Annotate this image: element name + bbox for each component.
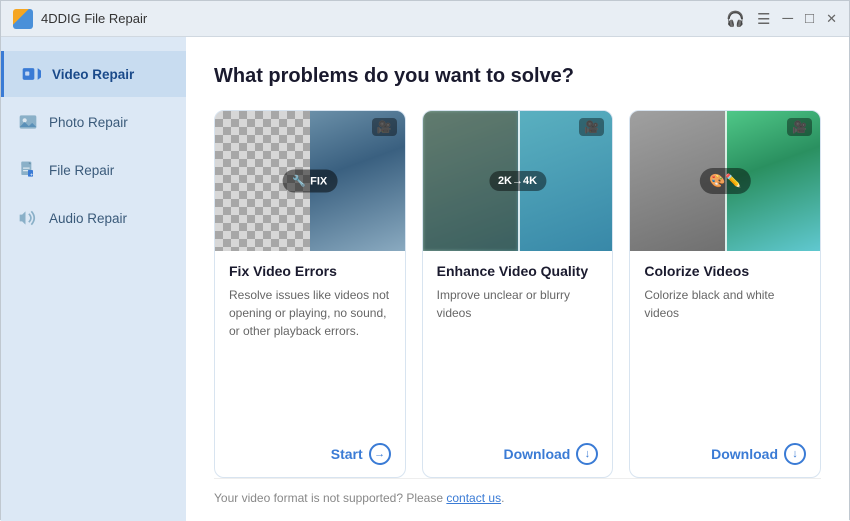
card-colorize-title: Colorize Videos <box>644 263 806 279</box>
download-button-enhance[interactable]: Download ↓ <box>503 443 598 465</box>
card-fix-body: Fix Video Errors Resolve issues like vid… <box>215 251 405 477</box>
fix-label: 🔧 FIX <box>282 170 337 193</box>
download-label-colorize: Download <box>711 446 778 462</box>
start-button[interactable]: Start → <box>331 443 391 465</box>
camera-badge-3: 🎥 <box>787 118 812 136</box>
file-repair-icon: + <box>17 159 39 181</box>
card-colorize-body: Colorize Videos Colorize black and white… <box>630 251 820 477</box>
fix-text: FIX <box>310 175 327 187</box>
download-arrow-icon-enhance: ↓ <box>576 443 598 465</box>
card-colorize-image: 🎨✏️ 🎥 <box>630 111 820 251</box>
page-title: What problems do you want to solve? <box>214 65 821 88</box>
sidebar-label-audio: Audio Repair <box>49 211 127 226</box>
minimize-icon[interactable]: ─ <box>782 10 793 27</box>
download-arrow-icon-colorize: ↓ <box>784 443 806 465</box>
video-repair-icon <box>20 63 42 85</box>
card-enhance-desc: Improve unclear or blurry videos <box>437 286 599 433</box>
start-arrow-icon: → <box>369 443 391 465</box>
camera-badge-2: 🎥 <box>579 118 604 136</box>
card-fix-image: 🔧 FIX 🎥 <box>215 111 405 251</box>
svg-text:+: + <box>30 173 33 179</box>
audio-repair-icon <box>17 207 39 229</box>
camera-badge-1: 🎥 <box>372 118 397 136</box>
close-icon[interactable]: ✕ <box>826 11 837 27</box>
app-title: 4DDIG File Repair <box>41 11 726 26</box>
footer-suffix: . <box>501 491 504 505</box>
card-enhance-action: Download ↓ <box>437 443 599 465</box>
card-enhance-image: 2K→4K 🎥 <box>423 111 613 251</box>
footer: Your video format is not supported? Plea… <box>214 478 821 505</box>
download-button-colorize[interactable]: Download ↓ <box>711 443 806 465</box>
titlebar: 4DDIG File Repair 🎧 ☰ ─ □ ✕ <box>1 1 849 37</box>
menu-icon[interactable]: ☰ <box>757 10 770 28</box>
maximize-icon[interactable]: □ <box>805 10 814 27</box>
wrench-icon: 🔧 <box>292 175 306 188</box>
sidebar-item-file-repair[interactable]: + File Repair <box>1 147 186 193</box>
start-label: Start <box>331 446 363 462</box>
main-layout: Video Repair Photo Repair <box>1 37 849 521</box>
card-enhance-title: Enhance Video Quality <box>437 263 599 279</box>
card-fix-desc: Resolve issues like videos not opening o… <box>229 286 391 433</box>
enhance-label: 2K→4K <box>489 171 546 191</box>
sidebar-label-photo: Photo Repair <box>49 115 128 130</box>
content-area: What problems do you want to solve? 🔧 FI… <box>186 37 849 521</box>
card-enhance-body: Enhance Video Quality Improve unclear or… <box>423 251 613 477</box>
download-label-enhance: Download <box>503 446 570 462</box>
sidebar-item-photo-repair[interactable]: Photo Repair <box>1 99 186 145</box>
cards-container: 🔧 FIX 🎥 Fix Video Errors Resolve issues … <box>214 110 821 478</box>
sidebar-item-video-repair[interactable]: Video Repair <box>1 51 186 97</box>
card-enhance-quality: 2K→4K 🎥 Enhance Video Quality Improve un… <box>422 110 614 478</box>
sidebar-item-audio-repair[interactable]: Audio Repair <box>1 195 186 241</box>
sidebar-label-video: Video Repair <box>52 67 134 82</box>
photo-repair-icon <box>17 111 39 133</box>
sidebar: Video Repair Photo Repair <box>1 37 186 521</box>
card-colorize-desc: Colorize black and white videos <box>644 286 806 433</box>
card-colorize: 🎨✏️ 🎥 Colorize Videos Colorize black and… <box>629 110 821 478</box>
card-fix-title: Fix Video Errors <box>229 263 391 279</box>
app-logo <box>13 9 33 29</box>
colorize-palette-icon: 🎨✏️ <box>700 168 750 194</box>
card-fix-errors: 🔧 FIX 🎥 Fix Video Errors Resolve issues … <box>214 110 406 478</box>
footer-text: Your video format is not supported? Plea… <box>214 491 446 505</box>
contact-us-link[interactable]: contact us <box>446 491 501 505</box>
headphones-icon[interactable]: 🎧 <box>726 10 745 28</box>
card-colorize-action: Download ↓ <box>644 443 806 465</box>
card-fix-action: Start → <box>229 443 391 465</box>
window-controls: 🎧 ☰ ─ □ ✕ <box>726 10 837 28</box>
sidebar-label-file: File Repair <box>49 163 114 178</box>
